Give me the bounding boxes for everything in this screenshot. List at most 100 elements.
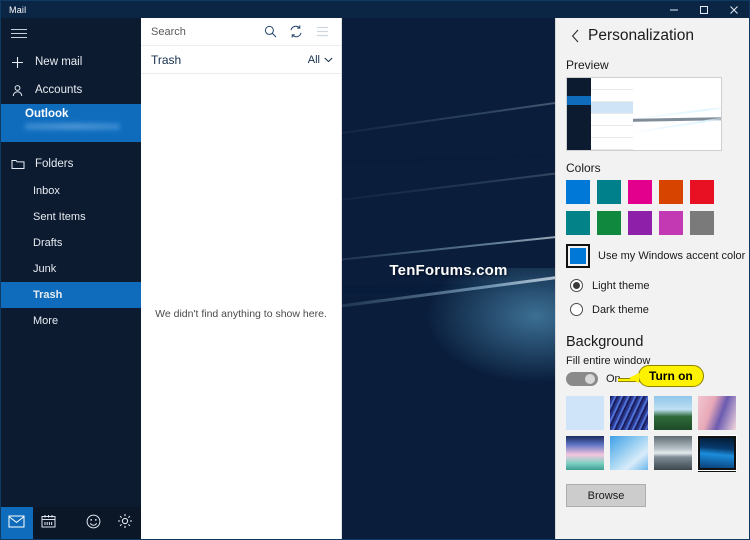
filter-dropdown[interactable]: All <box>308 54 333 66</box>
folder-label: Drafts <box>33 237 63 249</box>
sidebar-item-inbox[interactable]: Inbox <box>1 178 141 204</box>
folder-label: Sent Items <box>33 211 86 223</box>
plus-icon <box>11 56 31 69</box>
maximize-button[interactable] <box>689 1 719 18</box>
mail-tab-button[interactable] <box>1 507 33 539</box>
gear-icon <box>117 513 133 534</box>
feedback-button[interactable] <box>78 507 110 539</box>
reading-pane: TenForums.com <box>342 18 555 539</box>
colors-section-label: Colors <box>566 161 601 175</box>
calendar-tab-button[interactable] <box>33 507 65 539</box>
preview-row-selected <box>591 102 633 114</box>
toggle-knob <box>585 374 595 384</box>
accounts-button[interactable]: Accounts <box>1 76 141 104</box>
window-title: Mail <box>9 4 27 15</box>
folders-header[interactable]: Folders <box>1 150 141 178</box>
dark-theme-label: Dark theme <box>592 303 649 316</box>
search-icon[interactable] <box>257 19 283 45</box>
settings-button[interactable] <box>109 507 141 539</box>
accent-color-swatch <box>566 244 590 268</box>
color-swatch[interactable] <box>659 211 683 235</box>
fill-entire-window-toggle[interactable] <box>566 372 598 386</box>
chevron-down-icon <box>324 54 333 66</box>
back-chevron-icon[interactable] <box>564 23 586 49</box>
mail-app-window: Mail New mail Accounts Outlook Folders I… <box>0 0 750 540</box>
color-swatch[interactable] <box>628 180 652 204</box>
message-list-pane: Search Trash All We didn't find anything… <box>141 18 342 539</box>
theme-preview <box>566 77 722 151</box>
folder-label: More <box>33 315 59 327</box>
watermark: TenForums.com <box>389 262 508 279</box>
color-swatch[interactable] <box>659 180 683 204</box>
title-bar: Mail <box>1 1 749 18</box>
color-swatch[interactable] <box>566 211 590 235</box>
preview-list <box>591 78 633 150</box>
mail-icon <box>8 515 25 533</box>
search-input[interactable]: Search <box>151 26 257 38</box>
new-mail-button[interactable]: New mail <box>1 48 141 76</box>
new-mail-label: New mail <box>35 56 83 68</box>
background-thumb-windows-hero[interactable] <box>697 435 737 471</box>
list-menu-icon[interactable] <box>309 19 335 45</box>
color-swatch[interactable] <box>597 180 621 204</box>
background-thumb-grey-shoreline[interactable] <box>654 436 692 470</box>
browse-button[interactable]: Browse <box>566 484 646 507</box>
background-thumb-blue-streaks[interactable] <box>610 396 648 430</box>
color-swatch[interactable] <box>628 211 652 235</box>
light-theme-label: Light theme <box>592 279 650 292</box>
background-thumb-mountain-lake[interactable] <box>654 396 692 430</box>
smiley-icon <box>86 514 101 534</box>
sidebar-item-junk[interactable]: Junk <box>1 256 141 282</box>
color-swatch[interactable] <box>597 211 621 235</box>
account-email-blurred <box>25 123 120 130</box>
color-swatches <box>566 180 736 235</box>
background-thumbnails <box>566 396 738 471</box>
preview-row <box>591 90 633 102</box>
filter-label: All <box>307 53 320 66</box>
color-swatch[interactable] <box>690 211 714 235</box>
hamburger-menu-button[interactable] <box>1 18 141 48</box>
accent-color-label: Use my Windows accent color <box>598 250 746 262</box>
nav-taskbar <box>1 507 141 539</box>
background-thumb-plain-light-blue[interactable] <box>566 396 604 430</box>
preview-row <box>591 138 633 150</box>
sync-icon[interactable] <box>283 19 309 45</box>
hamburger-icon <box>11 26 27 41</box>
account-item-outlook[interactable]: Outlook <box>1 104 141 142</box>
accent-color-fill <box>570 248 586 264</box>
color-swatch[interactable] <box>566 180 590 204</box>
background-thumb-pastel-waves[interactable] <box>566 436 604 470</box>
preview-row <box>591 78 633 90</box>
calendar-icon <box>41 514 56 533</box>
accent-color-option[interactable]: Use my Windows accent color <box>566 244 749 268</box>
background-section-label: Background <box>566 334 644 350</box>
background-thumb-blue-crystal[interactable] <box>610 436 648 470</box>
left-navigation-pane: New mail Accounts Outlook Folders Inbox … <box>1 18 141 539</box>
dark-theme-option[interactable]: Dark theme <box>570 303 749 316</box>
color-swatch[interactable] <box>690 180 714 204</box>
personalization-panel: Personalization Preview Colors Use my Wi… <box>555 18 749 539</box>
folder-label: Trash <box>33 289 63 301</box>
light-theme-option[interactable]: Light theme <box>570 279 749 292</box>
sidebar-item-sent-items[interactable]: Sent Items <box>1 204 141 230</box>
current-folder-name: Trash <box>151 52 182 67</box>
sidebar-item-drafts[interactable]: Drafts <box>1 230 141 256</box>
person-icon <box>11 84 31 97</box>
preview-section-label: Preview <box>566 58 609 72</box>
fill-entire-window-row: On Turn on <box>566 365 749 387</box>
preview-nav <box>567 78 591 150</box>
radio-light-theme <box>570 279 583 292</box>
account-name: Outlook <box>25 108 69 120</box>
radio-dark-theme <box>570 303 583 316</box>
background-thumb-pink-ribbon[interactable] <box>698 396 736 430</box>
preview-nav-selected <box>567 96 591 105</box>
sidebar-item-more[interactable]: More <box>1 308 141 334</box>
close-button[interactable] <box>719 1 749 18</box>
preview-reading-pane <box>633 78 721 150</box>
accounts-label: Accounts <box>35 84 83 96</box>
folder-label: Junk <box>33 263 57 275</box>
preview-row <box>591 126 633 138</box>
page-title: Personalization <box>588 27 694 44</box>
sidebar-item-trash[interactable]: Trash <box>1 282 141 308</box>
minimize-button[interactable] <box>659 1 689 18</box>
